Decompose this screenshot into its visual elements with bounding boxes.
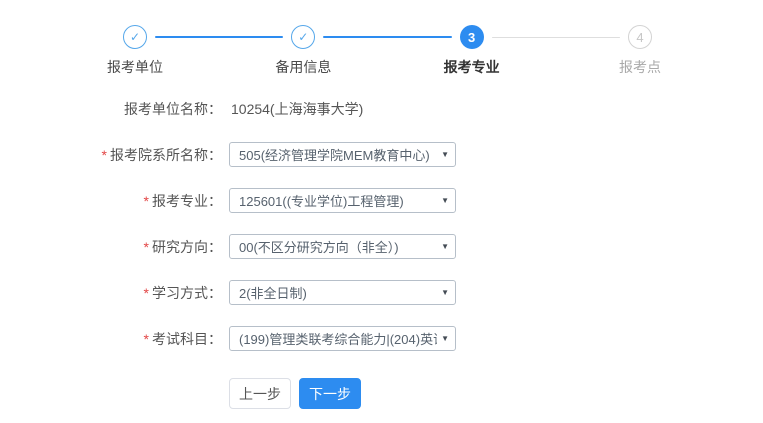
study-mode-label-text: 学习方式： — [152, 283, 222, 303]
major-select[interactable]: 125601((专业学位)工程管理) ▼ — [229, 188, 456, 213]
faculty-select[interactable]: 505(经济管理学院MEM教育中心) ▼ — [229, 142, 456, 167]
faculty-label: * 报考院系所名称： — [0, 145, 222, 165]
research-direction-label-text: 研究方向： — [152, 237, 222, 257]
step-backup-info: ✓ 备用信息 — [259, 25, 347, 77]
dropdown-arrow-icon: ▼ — [441, 334, 449, 343]
step-exam-site: 4 报考点 — [596, 25, 684, 77]
dropdown-arrow-icon: ▼ — [441, 150, 449, 159]
exam-subjects-select-value: (199)管理类联考综合能力|(204)英语二 — [239, 329, 437, 348]
major-select-value: 125601((专业学位)工程管理) — [239, 191, 437, 210]
form-actions: 上一步 下一步 — [229, 378, 763, 409]
major-label: * 报考专业： — [0, 191, 222, 211]
previous-step-button[interactable]: 上一步 — [229, 378, 291, 409]
exam-subjects-label-text: 考试科目： — [152, 329, 222, 349]
step-label: 报考专业 — [444, 57, 500, 77]
step-label: 报考单位 — [107, 57, 163, 77]
dropdown-arrow-icon: ▼ — [441, 288, 449, 297]
wizard-stepper: ✓ 报考单位 ✓ 备用信息 3 报考专业 4 报考点 — [91, 25, 684, 77]
step-application-unit: ✓ 报考单位 — [91, 25, 179, 77]
unit-name-value: 10254(上海海事大学) — [231, 99, 363, 119]
exam-subjects-label: * 考试科目： — [0, 329, 222, 349]
next-step-button[interactable]: 下一步 — [299, 378, 361, 409]
step-label: 报考点 — [619, 57, 661, 77]
research-direction-select[interactable]: 00(不区分研究方向（非全）) ▼ — [229, 234, 456, 259]
research-direction-select-value: 00(不区分研究方向（非全）) — [239, 237, 437, 256]
dropdown-arrow-icon: ▼ — [441, 242, 449, 251]
step-number: 3 — [460, 25, 484, 49]
study-mode-label: * 学习方式： — [0, 283, 222, 303]
step-label: 备用信息 — [275, 57, 331, 77]
faculty-label-text: 报考院系所名称： — [110, 145, 222, 165]
step-number: 4 — [628, 25, 652, 49]
faculty-select-value: 505(经济管理学院MEM教育中心) — [239, 145, 437, 164]
required-asterisk: * — [144, 193, 149, 209]
exam-subjects-select[interactable]: (199)管理类联考综合能力|(204)英语二 ▼ — [229, 326, 456, 351]
required-asterisk: * — [144, 285, 149, 301]
required-asterisk: * — [144, 331, 149, 347]
major-row: * 报考专业： 125601((专业学位)工程管理) ▼ — [0, 188, 763, 213]
required-asterisk: * — [144, 239, 149, 255]
study-mode-row: * 学习方式： 2(非全日制) ▼ — [0, 280, 763, 305]
step-application-major: 3 报考专业 — [428, 25, 516, 77]
study-mode-select[interactable]: 2(非全日制) ▼ — [229, 280, 456, 305]
exam-subjects-row: * 考试科目： (199)管理类联考综合能力|(204)英语二 ▼ — [0, 326, 763, 351]
major-label-text: 报考专业： — [152, 191, 222, 211]
unit-name-label: 报考单位名称： — [0, 99, 222, 119]
required-asterisk: * — [102, 147, 107, 163]
unit-name-row: 报考单位名称： 10254(上海海事大学) — [0, 96, 763, 121]
application-major-form: 报考单位名称： 10254(上海海事大学) * 报考院系所名称： 505(经济管… — [0, 96, 763, 409]
check-icon: ✓ — [291, 25, 315, 49]
research-direction-row: * 研究方向： 00(不区分研究方向（非全）) ▼ — [0, 234, 763, 259]
research-direction-label: * 研究方向： — [0, 237, 222, 257]
faculty-row: * 报考院系所名称： 505(经济管理学院MEM教育中心) ▼ — [0, 142, 763, 167]
dropdown-arrow-icon: ▼ — [441, 196, 449, 205]
check-icon: ✓ — [123, 25, 147, 49]
study-mode-select-value: 2(非全日制) — [239, 283, 437, 302]
